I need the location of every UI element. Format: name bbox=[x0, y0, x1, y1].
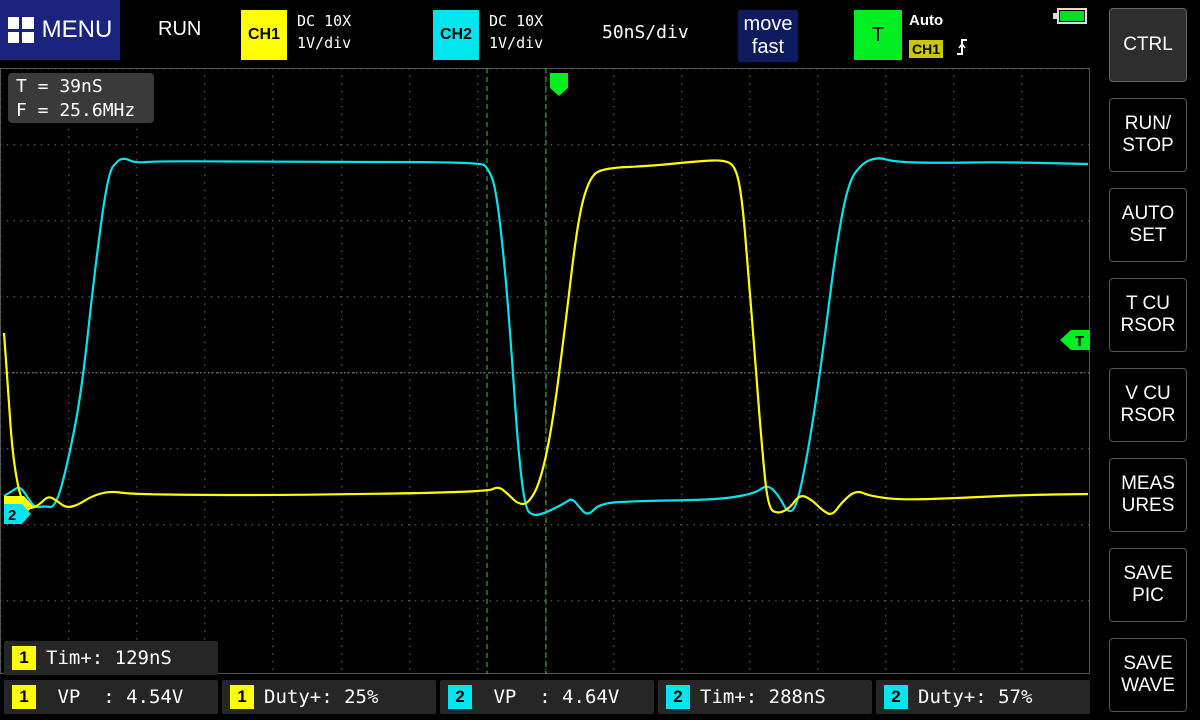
save-wave-button[interactable]: SAVE WAVE bbox=[1109, 638, 1187, 712]
menu-label: MENU bbox=[41, 16, 113, 43]
measurement-ch2-vp[interactable]: 2 VP : 4.64V bbox=[440, 680, 654, 714]
menu-button[interactable]: MENU bbox=[0, 0, 120, 60]
ch1-chip[interactable]: CH1 bbox=[241, 10, 287, 60]
measures-button[interactable]: MEAS URES bbox=[1109, 458, 1187, 532]
run-stop-button[interactable]: RUN/ STOP bbox=[1109, 98, 1187, 172]
trigger-position-marker[interactable] bbox=[550, 73, 568, 96]
measurement-value: Duty+: 25% bbox=[264, 686, 379, 708]
measurement-ch1-tim[interactable]: 1 Tim+: 129nS bbox=[4, 641, 218, 675]
trigger-mode[interactable]: Auto bbox=[909, 12, 943, 29]
ch2-coupling: DC 10X bbox=[489, 12, 544, 30]
channel-badge: 2 bbox=[448, 685, 472, 709]
ch1-scale: 1V/div bbox=[297, 34, 352, 52]
trigger-level-label: T bbox=[1075, 333, 1084, 350]
graticule bbox=[0, 68, 1090, 674]
grid-icon bbox=[7, 17, 34, 43]
trigger-source[interactable]: CH1 bbox=[909, 40, 944, 58]
trigger-chip[interactable]: T bbox=[854, 10, 902, 60]
v-cursor-button[interactable]: V CU RSOR bbox=[1109, 368, 1187, 442]
measurement-value: Tim+: 129nS bbox=[46, 647, 172, 669]
ch1-settings[interactable]: DC 10X 1V/div bbox=[297, 10, 351, 54]
ctrl-button[interactable]: CTRL bbox=[1109, 8, 1187, 82]
cursor-readout: T = 39nS F = 25.6MHz bbox=[8, 73, 154, 123]
measurement-value: VP : 4.54V bbox=[46, 686, 184, 708]
ch2-settings[interactable]: DC 10X 1V/div bbox=[489, 10, 543, 54]
ch2-ground-label: 2 bbox=[8, 507, 16, 524]
measurement-ch1-duty[interactable]: 1 Duty+: 25% bbox=[222, 680, 436, 714]
channel-badge: 1 bbox=[12, 646, 36, 670]
measurement-value: VP : 4.64V bbox=[482, 686, 620, 708]
timebase[interactable]: 50nS/div bbox=[602, 22, 689, 43]
cursor-frequency: F = 25.6MHz bbox=[16, 100, 136, 121]
move-line2: fast bbox=[751, 36, 785, 58]
channel-badge: 1 bbox=[12, 685, 36, 709]
move-speed-button[interactable]: move fast bbox=[738, 10, 798, 62]
measurement-ch2-tim[interactable]: 2 Tim+: 288nS bbox=[658, 680, 872, 714]
rising-edge-icon bbox=[956, 37, 968, 62]
move-line1: move bbox=[743, 13, 793, 35]
measurement-value: Tim+: 288nS bbox=[700, 686, 826, 708]
battery-icon bbox=[1053, 8, 1087, 24]
trigger-level-marker[interactable]: T bbox=[1060, 330, 1090, 350]
measurement-ch1-vp[interactable]: 1 VP : 4.54V bbox=[4, 680, 218, 714]
cursor-period: T = 39nS bbox=[16, 76, 103, 97]
ch2-scale: 1V/div bbox=[489, 34, 544, 52]
ch1-coupling: DC 10X bbox=[297, 12, 352, 30]
measurement-ch2-duty[interactable]: 2 Duty+: 57% bbox=[876, 680, 1090, 714]
ch2-chip[interactable]: CH2 bbox=[433, 10, 479, 60]
auto-set-button[interactable]: AUTO SET bbox=[1109, 188, 1187, 262]
save-pic-button[interactable]: SAVE PIC bbox=[1109, 548, 1187, 622]
channel-badge: 2 bbox=[884, 685, 908, 709]
waveform-display[interactable]: T 2 bbox=[0, 68, 1090, 674]
t-cursor-button[interactable]: T CU RSOR bbox=[1109, 278, 1187, 352]
channel-badge: 1 bbox=[230, 685, 254, 709]
channel-badge: 2 bbox=[666, 685, 690, 709]
measurement-value: Duty+: 57% bbox=[918, 686, 1033, 708]
run-state[interactable]: RUN bbox=[158, 18, 201, 41]
